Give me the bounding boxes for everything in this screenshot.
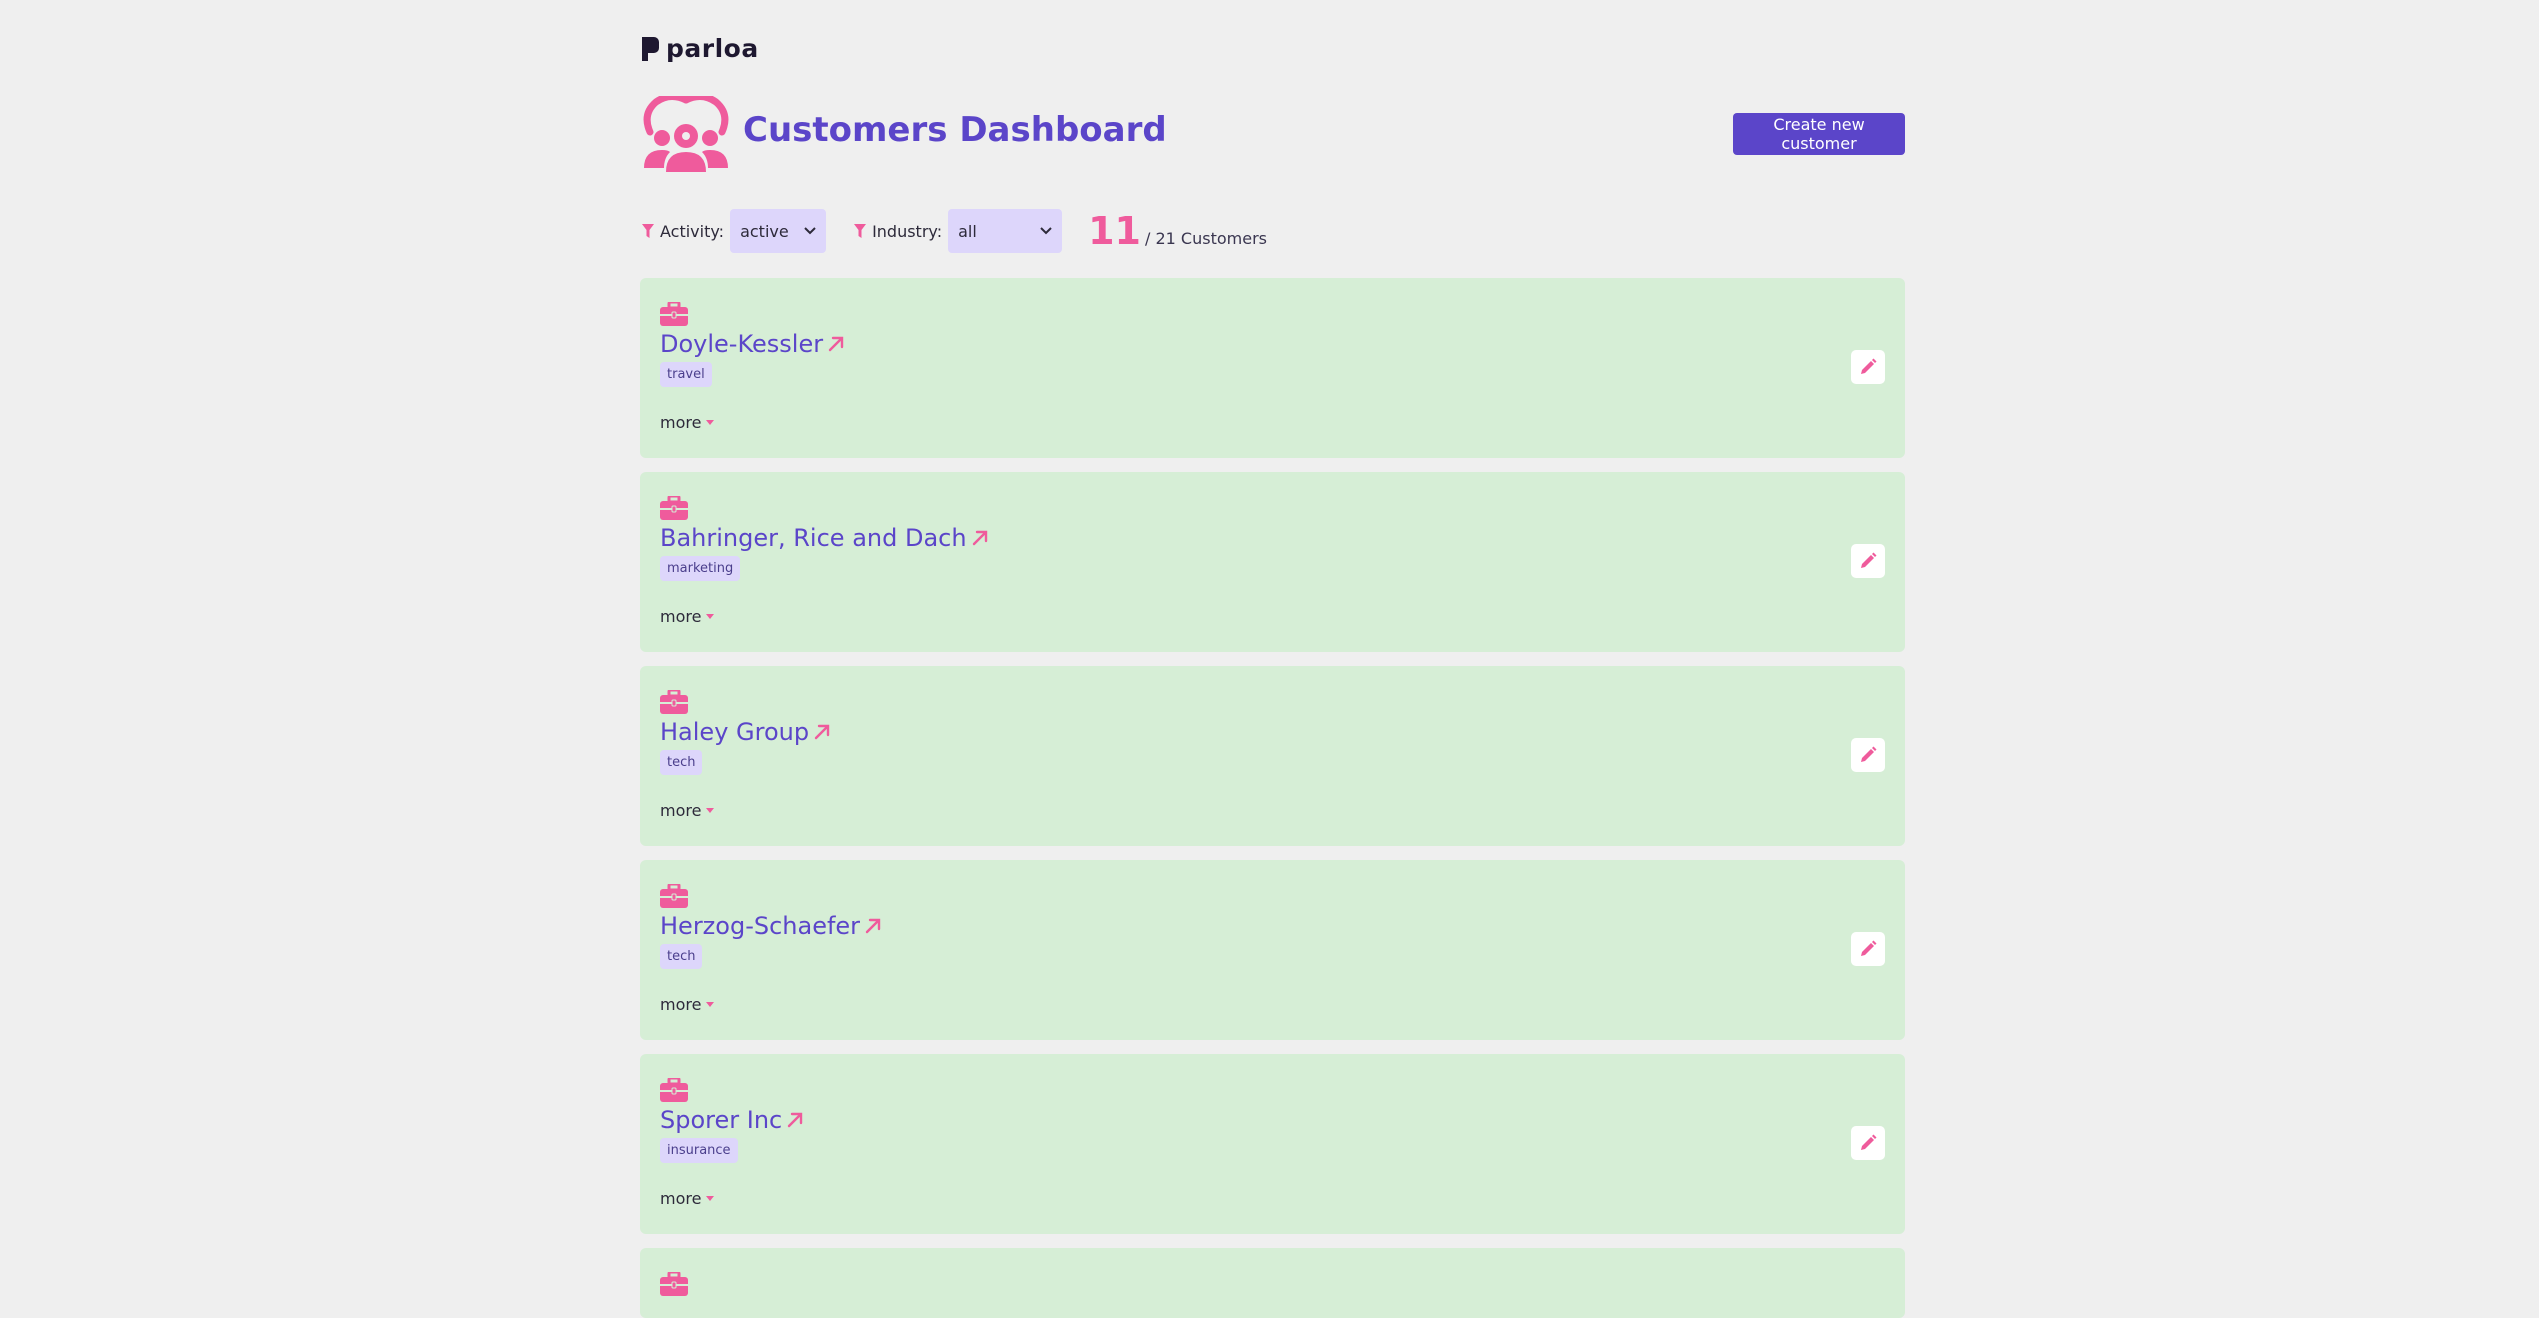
edit-customer-button[interactable] <box>1851 932 1885 966</box>
industry-tag: tech <box>660 944 703 969</box>
briefcase-icon <box>660 302 688 326</box>
customer-name: Doyle-Kessler <box>660 330 824 358</box>
briefcase-icon <box>660 690 688 714</box>
page-title: Customers Dashboard <box>743 110 1167 150</box>
more-toggle[interactable]: more <box>660 413 715 432</box>
chevron-down-icon <box>706 1001 715 1007</box>
create-customer-button[interactable]: Create new customer <box>1733 113 1905 155</box>
customer-name-link[interactable]: Herzog-Schaefer <box>660 912 882 940</box>
customer-name: Bahringer, Rice and Dach <box>660 524 967 552</box>
filter-icon <box>854 224 867 238</box>
briefcase-icon <box>660 1272 688 1296</box>
edit-customer-button[interactable] <box>1851 738 1885 772</box>
more-toggle[interactable]: more <box>660 607 715 626</box>
customer-name: Haley Group <box>660 718 810 746</box>
customer-card: Sporer Inc insurance more <box>640 1054 1905 1234</box>
customer-card: Bahringer, Rice and Dach marketing more <box>640 472 1905 652</box>
external-link-arrow-icon <box>788 1112 803 1128</box>
edit-customer-button[interactable] <box>1851 544 1885 578</box>
industry-tag: insurance <box>660 1138 738 1163</box>
customer-card: Haley Group tech more <box>640 666 1905 846</box>
customer-card: Herzog-Schaefer tech more <box>640 860 1905 1040</box>
pencil-icon <box>1861 552 1877 568</box>
chevron-down-icon <box>706 613 715 619</box>
chevron-down-icon <box>706 1195 715 1201</box>
chevron-down-icon <box>804 227 816 235</box>
external-link-arrow-icon <box>814 724 830 740</box>
briefcase-icon <box>660 884 688 908</box>
activity-select[interactable]: active <box>730 209 827 253</box>
customer-name-link[interactable]: Doyle-Kessler <box>660 330 845 358</box>
activity-filter-label: Activity: <box>660 221 725 241</box>
external-link-arrow-icon <box>865 918 881 934</box>
customer-name-link[interactable]: Haley Group <box>660 718 831 746</box>
industry-select-value: all <box>958 221 977 241</box>
more-toggle[interactable]: more <box>660 995 715 1014</box>
filter-icon <box>642 224 654 238</box>
customer-count-shown: 11 <box>1088 209 1141 253</box>
chevron-down-icon <box>706 807 715 813</box>
customer-card <box>640 1248 1905 1318</box>
chevron-down-icon <box>706 419 715 425</box>
more-label: more <box>660 607 702 626</box>
external-link-arrow-icon <box>828 336 844 352</box>
customer-name: Sporer Inc <box>660 1106 783 1134</box>
filter-bar: Activity: active Industry: all 11 / 21 C… <box>640 208 1905 254</box>
customer-name-link[interactable]: Sporer Inc <box>660 1106 804 1134</box>
page-header: Customers Dashboard Create new customer <box>640 92 1905 172</box>
pencil-icon <box>1861 746 1877 762</box>
chevron-down-icon <box>1040 227 1052 235</box>
customer-name: Herzog-Schaefer <box>660 912 861 940</box>
customer-card: Doyle-Kessler travel more <box>640 278 1905 458</box>
more-label: more <box>660 801 702 820</box>
briefcase-icon <box>660 496 688 520</box>
industry-select[interactable]: all <box>948 209 1063 253</box>
more-label: more <box>660 1189 702 1208</box>
customer-name-link[interactable]: Bahringer, Rice and Dach <box>660 524 989 552</box>
parloa-logo-icon <box>642 36 659 61</box>
industry-tag: marketing <box>660 556 741 581</box>
brand-logo[interactable]: parloa <box>640 34 759 63</box>
industry-filter-label: Industry: <box>872 221 943 241</box>
more-label: more <box>660 995 702 1014</box>
pencil-icon <box>1861 358 1877 374</box>
brand-name: parloa <box>666 34 759 63</box>
industry-tag: travel <box>660 362 712 387</box>
customers-group-icon <box>643 96 729 172</box>
more-toggle[interactable]: more <box>660 801 715 820</box>
external-link-arrow-icon <box>972 530 987 546</box>
pencil-icon <box>1861 940 1877 956</box>
more-label: more <box>660 413 702 432</box>
activity-select-value: active <box>740 221 789 241</box>
edit-customer-button[interactable] <box>1851 1126 1885 1160</box>
briefcase-icon <box>660 1078 688 1102</box>
more-toggle[interactable]: more <box>660 1189 715 1208</box>
industry-tag: tech <box>660 750 703 775</box>
edit-customer-button[interactable] <box>1851 350 1885 384</box>
pencil-icon <box>1861 1134 1877 1150</box>
customer-count-total: / 21 Customers <box>1145 228 1267 248</box>
